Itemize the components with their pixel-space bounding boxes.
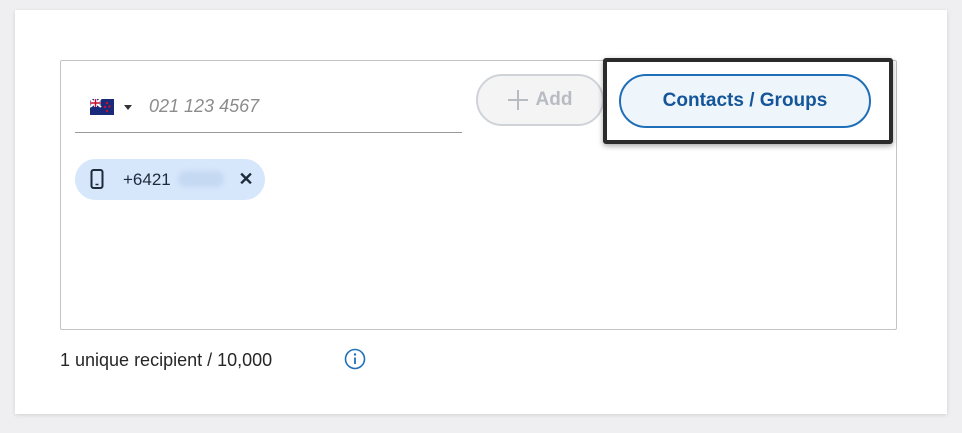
recipient-chip[interactable]: +6421 ✕	[75, 159, 265, 200]
phone-number-field[interactable]	[75, 82, 462, 133]
plus-icon	[507, 90, 528, 110]
new-zealand-flag-icon[interactable]	[90, 99, 114, 115]
redacted-number-digits	[178, 171, 224, 187]
phone-number-input[interactable]	[149, 92, 449, 120]
contacts-groups-button[interactable]: Contacts / Groups	[619, 74, 871, 128]
add-recipient-button[interactable]: Add	[476, 74, 604, 126]
recipient-chip-number: +6421	[123, 170, 171, 189]
info-icon[interactable]	[344, 348, 366, 370]
close-icon[interactable]: ✕	[238, 170, 254, 188]
add-button-label: Add	[535, 89, 573, 110]
contacts-groups-label: Contacts / Groups	[662, 90, 828, 111]
mobile-phone-icon	[90, 169, 104, 189]
country-dropdown-caret-icon[interactable]	[124, 105, 132, 110]
recipient-count-text: 1 unique recipient / 10,000	[60, 350, 273, 370]
